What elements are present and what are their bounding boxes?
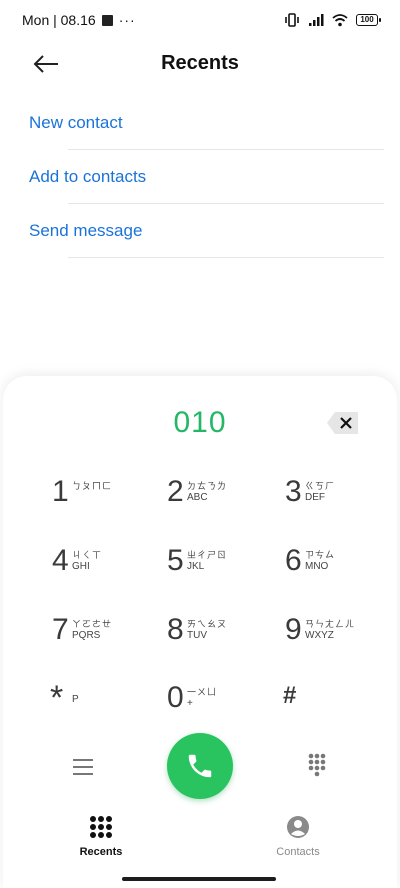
key-letters: JKL	[187, 561, 205, 572]
status-time: Mon | 08.16	[22, 12, 96, 28]
dialpad-small-icon	[308, 753, 326, 777]
page-title: Recents	[161, 52, 239, 74]
key-sub: ㄓㄔㄕㄖ JKL	[187, 549, 227, 573]
key-5[interactable]: 5 ㄓㄔㄕㄖ JKL	[167, 543, 277, 599]
key-2[interactable]: 2 ㄉㄊㄋㄌ ABC	[167, 474, 277, 530]
vibrate-icon	[285, 13, 299, 27]
key-letters: WXYZ	[305, 630, 334, 641]
notification-square-icon	[101, 14, 113, 26]
key-digit: 6	[285, 544, 302, 577]
key-letters: GHI	[72, 561, 90, 572]
key-9[interactable]: 9 ㄢㄣㄤㄥㄦ WXYZ	[285, 612, 395, 668]
key-7[interactable]: 7 ㄚㄛㄜㄝ PQRS	[52, 612, 162, 668]
key-sub: ㄉㄊㄋㄌ ABC	[187, 480, 227, 504]
key-sub: P	[72, 694, 79, 706]
key-digit: 7	[52, 613, 69, 646]
key-digit: 4	[52, 544, 69, 577]
key-zhuyin: 一ㄨㄩ	[187, 687, 218, 697]
dialpad-sheet: 010 1 ㄅㄆㄇㄈ 2 ㄉㄊㄋㄌ ABC 3 ㄍㄎㄏ DEF 4 ㄐㄑㄒ GH…	[3, 376, 397, 888]
key-6[interactable]: 6 ㄗㄘㄙ MNO	[285, 543, 395, 599]
key-hash[interactable]: #	[283, 680, 393, 736]
key-sub: ㄅㄆㄇㄈ	[72, 480, 112, 492]
dialpad-toggle-button[interactable]	[303, 751, 331, 779]
key-zhuyin: ㄚㄛㄜㄝ	[72, 619, 113, 629]
backspace-icon	[327, 412, 358, 434]
key-sub: ㄢㄣㄤㄥㄦ WXYZ	[305, 618, 355, 642]
status-right: 100	[284, 13, 381, 27]
key-digit: 1	[52, 475, 69, 508]
menu-button[interactable]	[69, 753, 97, 781]
bottom-nav: Recents Contacts	[3, 814, 397, 864]
key-sub: ㄚㄛㄜㄝ PQRS	[72, 618, 112, 642]
key-sub: ㄍㄎㄏ DEF	[305, 480, 335, 504]
call-button[interactable]	[167, 733, 233, 799]
backspace-button[interactable]	[326, 410, 360, 436]
key-zhuyin: ㄗㄘㄙ	[305, 550, 336, 560]
key-letters: PQRS	[72, 630, 101, 641]
key-digit: 5	[167, 544, 184, 577]
send-message-label: Send message	[29, 221, 143, 240]
action-list: New contact Add to contacts Send message	[0, 96, 400, 258]
key-digit: 0	[167, 681, 184, 714]
key-letters: +	[187, 698, 193, 709]
key-sub: ㄗㄘㄙ MNO	[305, 549, 335, 573]
key-zhuyin: ㄅㄆㄇㄈ	[72, 481, 113, 491]
more-notifications-icon: ···	[118, 12, 136, 28]
key-zhuyin: ㄉㄊㄋㄌ	[187, 481, 228, 491]
menu-icon	[73, 759, 93, 775]
key-zhuyin: ㄞㄟㄠㄡ	[187, 619, 228, 629]
tab-contacts-label: Contacts	[276, 846, 320, 858]
battery-icon: 100	[356, 14, 381, 26]
status-left: Mon | 08.16 ···	[22, 12, 136, 28]
key-sub: 一ㄨㄩ +	[187, 686, 217, 710]
status-bar: Mon | 08.16 ··· 100	[0, 0, 400, 40]
key-sub: ㄞㄟㄠㄡ TUV	[187, 618, 227, 642]
key-1[interactable]: 1 ㄅㄆㄇㄈ	[52, 474, 162, 530]
signal-icon	[309, 14, 324, 26]
key-letters: MNO	[305, 561, 329, 572]
person-icon	[287, 816, 309, 838]
new-contact-label: New contact	[29, 113, 123, 132]
key-4[interactable]: 4 ㄐㄑㄒ GHI	[52, 543, 162, 599]
tab-recents-label: Recents	[79, 846, 123, 858]
wifi-icon	[332, 14, 348, 27]
key-digit: 9	[285, 613, 302, 646]
tab-contacts[interactable]: Contacts	[238, 814, 358, 864]
key-digit: *	[50, 679, 64, 717]
key-zhuyin: ㄢㄣㄤㄥㄦ	[305, 619, 356, 629]
key-digit: 2	[167, 475, 184, 508]
add-to-contacts-button[interactable]: Add to contacts	[0, 150, 400, 204]
key-digit: 8	[167, 613, 184, 646]
home-indicator[interactable]	[122, 877, 276, 881]
key-digit: #	[283, 682, 297, 709]
key-letters: TUV	[187, 630, 207, 641]
send-message-button[interactable]: Send message	[0, 204, 400, 258]
key-zhuyin: ㄓㄔㄕㄖ	[187, 550, 228, 560]
key-zhuyin: ㄍㄎㄏ	[305, 481, 336, 491]
key-star[interactable]: * P	[50, 680, 160, 736]
tab-recents[interactable]: Recents	[41, 814, 161, 864]
key-3[interactable]: 3 ㄍㄎㄏ DEF	[285, 474, 395, 530]
divider	[68, 257, 384, 258]
dialer-controls	[3, 733, 397, 805]
add-to-contacts-label: Add to contacts	[29, 167, 147, 186]
dialpad-icon	[90, 816, 112, 838]
phone-icon	[188, 754, 212, 778]
key-zhuyin: ㄐㄑㄒ	[72, 550, 103, 560]
key-digit: 3	[285, 475, 302, 508]
key-letters: P	[72, 694, 79, 705]
key-letters: ABC	[187, 492, 208, 503]
key-0[interactable]: 0 一ㄨㄩ +	[167, 680, 277, 736]
key-letters: DEF	[305, 492, 325, 503]
header: Recents	[0, 42, 400, 86]
key-sub: ㄐㄑㄒ GHI	[72, 549, 102, 573]
new-contact-button[interactable]: New contact	[0, 96, 400, 150]
key-8[interactable]: 8 ㄞㄟㄠㄡ TUV	[167, 612, 277, 668]
